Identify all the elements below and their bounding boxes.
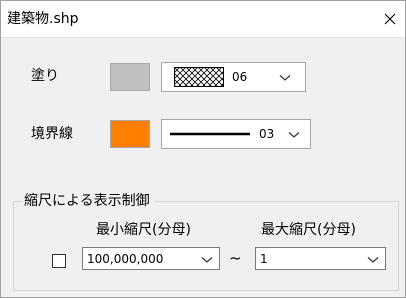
crosshatch-pattern-icon bbox=[174, 67, 224, 87]
fill-label: 塗り bbox=[31, 68, 59, 84]
range-separator: ~ bbox=[229, 249, 242, 267]
chevron-down-icon bbox=[367, 257, 379, 263]
max-scale-label: 最大縮尺(分母) bbox=[261, 222, 356, 238]
window-title: 建築物.shp bbox=[7, 11, 79, 27]
title-bar: 建築物.shp bbox=[1, 1, 405, 38]
border-color-swatch[interactable] bbox=[110, 120, 150, 148]
fill-color-swatch[interactable] bbox=[110, 63, 150, 91]
min-scale-label: 最小縮尺(分母) bbox=[96, 222, 191, 238]
max-scale-select[interactable]: 1 bbox=[255, 247, 386, 270]
close-button[interactable] bbox=[375, 1, 405, 37]
scale-control-group-label: 縮尺による表示制御 bbox=[23, 192, 154, 210]
chevron-down-icon bbox=[279, 75, 291, 81]
chevron-down-icon bbox=[288, 132, 300, 138]
close-icon bbox=[384, 13, 396, 25]
border-label: 境界線 bbox=[31, 126, 73, 142]
fill-pattern-dropdown[interactable]: 06 bbox=[161, 62, 306, 92]
fill-pattern-value: 06 bbox=[232, 70, 248, 84]
max-scale-value: 1 bbox=[260, 252, 268, 266]
border-line-dropdown[interactable]: 03 bbox=[161, 119, 311, 149]
min-scale-value: 100,000,000 bbox=[87, 252, 164, 266]
chevron-down-icon bbox=[201, 257, 213, 263]
layer-style-dialog: 建築物.shp 塗り 06 境界線 03 縮尺による表示制御 最小縮尺(分母) … bbox=[0, 0, 406, 298]
scale-control-checkbox[interactable] bbox=[52, 254, 66, 268]
min-scale-select[interactable]: 100,000,000 bbox=[82, 247, 220, 270]
scale-control-group bbox=[13, 201, 399, 291]
solid-line-icon bbox=[170, 132, 250, 136]
border-line-value: 03 bbox=[259, 127, 275, 141]
